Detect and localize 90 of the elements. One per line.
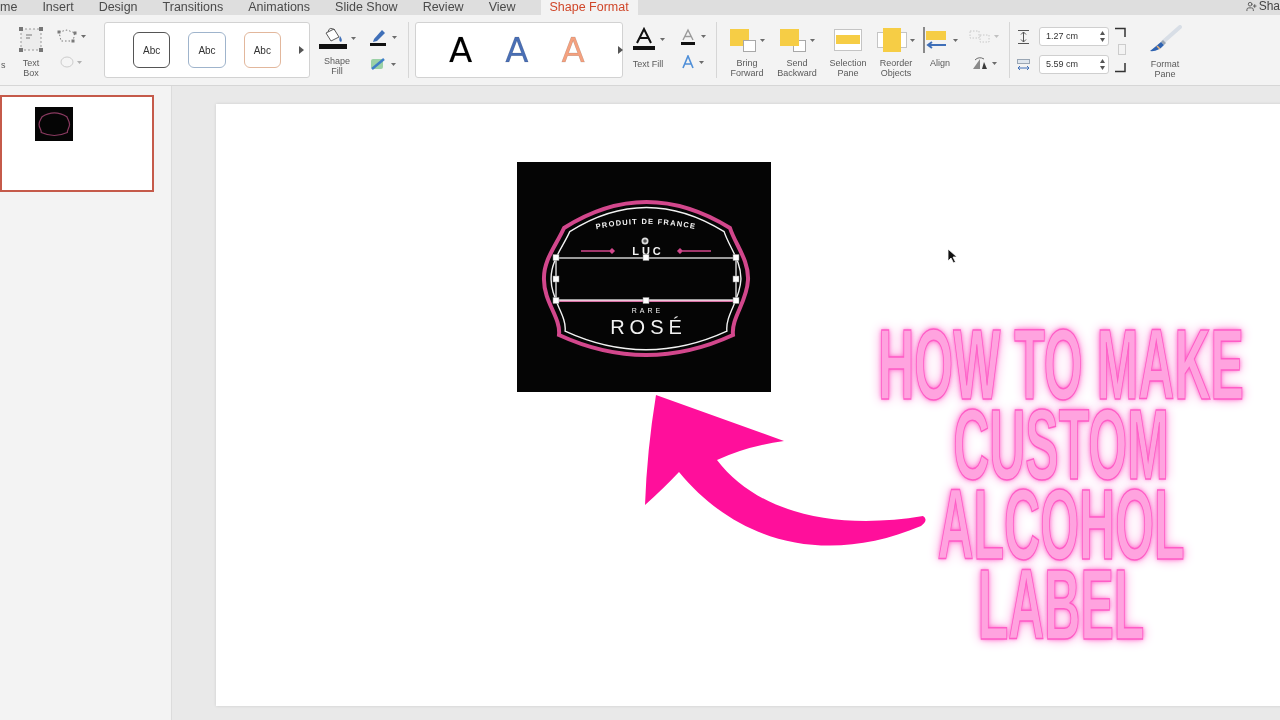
rotate-button[interactable] — [971, 56, 997, 70]
text-fill-button[interactable]: Text Fill — [626, 15, 670, 69]
send-backward-button[interactable]: Send Backward — [771, 15, 823, 78]
paintbrush-icon — [1148, 25, 1182, 53]
ribbon-tab[interactable]: View — [488, 0, 516, 15]
wordart-style-option[interactable]: A — [505, 32, 529, 68]
width-field[interactable]: 5.59 cm — [1039, 55, 1109, 74]
triangle-icon — [299, 46, 304, 54]
caret-icon — [77, 60, 82, 64]
bring-forward-icon — [729, 28, 757, 52]
selection-pane-icon — [834, 29, 862, 51]
share-button[interactable]: Sha — [1245, 0, 1280, 13]
bring-forward-button[interactable]: Bring Forward — [723, 15, 771, 78]
height-field[interactable]: 1.27 cm — [1039, 27, 1109, 46]
add-person-icon — [1245, 1, 1257, 12]
rotate-icon — [971, 56, 989, 70]
resize-handle[interactable] — [552, 275, 560, 283]
caret-icon — [390, 62, 396, 66]
dotted-polygon-icon — [56, 29, 78, 43]
shape-style-option[interactable]: Abc — [243, 32, 281, 68]
text-effects-button[interactable] — [680, 55, 704, 69]
height-icon — [1017, 29, 1030, 44]
caret-icon — [810, 38, 815, 42]
oval-icon — [60, 56, 74, 68]
ribbon-tab[interactable]: Shape Format — [540, 0, 638, 15]
text-outline-icon — [678, 28, 697, 45]
resize-handle[interactable] — [552, 254, 560, 261]
width-icon — [1017, 58, 1030, 71]
caret-icon — [994, 35, 999, 38]
shape-style-option[interactable]: Abc — [133, 32, 171, 68]
resize-handle[interactable] — [732, 297, 740, 304]
ornament-line — [580, 248, 616, 255]
shape-effects-icon — [368, 57, 387, 71]
text-box-button[interactable]: Text Box — [14, 15, 48, 78]
ribbon-tab[interactable]: me — [0, 0, 18, 15]
ornament-line — [677, 248, 712, 255]
send-backward-icon — [779, 28, 807, 52]
label-brand: LUC — [632, 245, 664, 257]
reorder-objects-button[interactable]: Reorder Objects — [873, 15, 919, 78]
shape-fill-button[interactable]: Shape Fill — [314, 15, 360, 76]
ribbon-tab[interactable]: Design — [98, 0, 138, 15]
caret-icon — [992, 61, 997, 65]
caret-icon — [700, 35, 706, 38]
label-thumbnail-drawing — [35, 107, 73, 141]
shape-effects-button[interactable] — [368, 57, 396, 71]
pen-icon — [367, 28, 388, 46]
edit-shape-button[interactable] — [56, 29, 86, 43]
aspect-lock-icon — [1113, 27, 1127, 73]
reorder-icon — [877, 27, 907, 53]
triangle-icon — [617, 46, 623, 54]
caret-icon — [391, 35, 397, 39]
cut-label: s — [1, 60, 7, 70]
ribbon-tab[interactable]: Animations — [248, 0, 311, 15]
ribbon-tab[interactable]: Transitions — [162, 0, 224, 15]
spinner-icon — [1100, 59, 1105, 70]
resize-handle[interactable] — [642, 254, 650, 261]
gallery-more-button[interactable] — [617, 46, 623, 54]
resize-handle[interactable] — [642, 297, 650, 304]
caret-icon — [698, 60, 704, 64]
caret-icon — [81, 34, 86, 38]
paint-bucket-icon — [318, 26, 347, 50]
spinner-icon — [1100, 31, 1105, 42]
caret-icon — [953, 38, 958, 42]
slide-thumbnail[interactable] — [0, 95, 154, 192]
caret-icon — [760, 38, 765, 42]
text-effects-icon — [680, 55, 695, 69]
format-pane-button[interactable]: Format Pane — [1141, 15, 1189, 79]
label-wine-name: ROSÉ — [610, 316, 687, 338]
text-fill-icon — [631, 27, 656, 51]
ribbon-tab[interactable]: Insert — [42, 0, 74, 15]
mouse-pointer-icon — [947, 248, 958, 264]
emblem-icon — [641, 237, 649, 245]
text-outline-button[interactable] — [678, 28, 706, 45]
caret-icon — [659, 37, 665, 41]
slide-title: HOW TO MAKE CUSTOM ALCOHOL LABEL — [877, 324, 1245, 644]
resize-handle[interactable] — [732, 275, 740, 283]
gallery-more-button[interactable] — [299, 46, 304, 54]
ribbon-tab[interactable]: Slide Show — [335, 0, 398, 15]
resize-handle[interactable] — [732, 254, 740, 261]
group-icon — [969, 30, 991, 43]
wordart-style-option[interactable]: A — [449, 32, 473, 68]
caret-icon — [350, 36, 356, 40]
ribbon-tab[interactable]: Review — [422, 0, 464, 15]
caret-icon — [910, 38, 915, 42]
text-box-icon — [18, 26, 44, 53]
shape-style-option[interactable]: Abc — [188, 32, 226, 68]
selection-pane-button[interactable]: Selection Pane — [823, 15, 873, 78]
align-button[interactable]: Align — [919, 15, 961, 68]
shape-outline-button[interactable] — [367, 28, 397, 46]
resize-handle[interactable] — [552, 297, 560, 304]
